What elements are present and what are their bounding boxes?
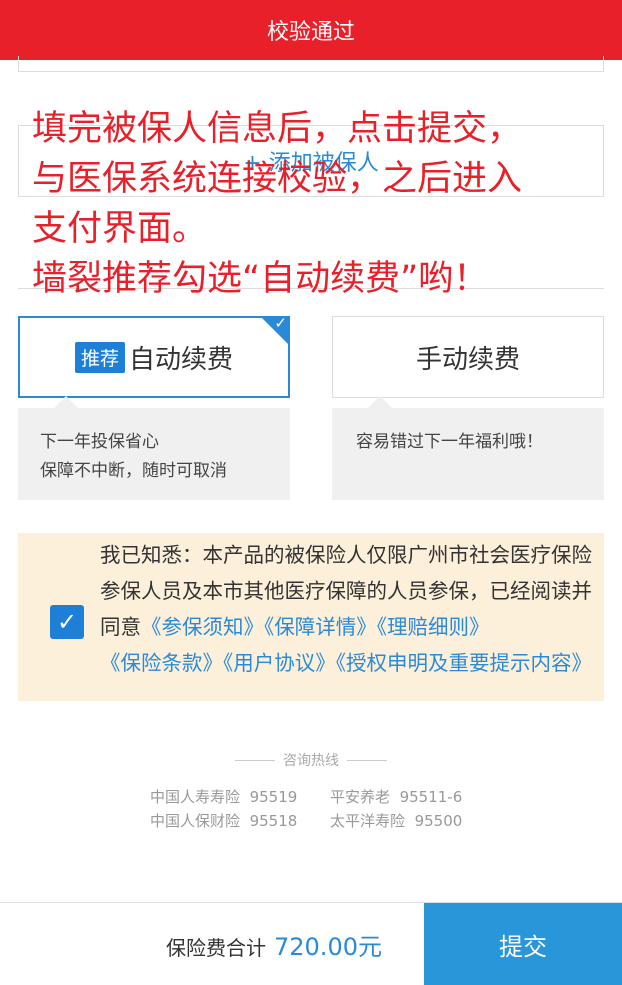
hotline-name: 太平洋寿险 xyxy=(330,812,406,830)
auto-renew-label: 自动续费 xyxy=(129,344,234,375)
submit-label: 提交 xyxy=(499,933,547,961)
agreement-box: ✓ 我已知悉：本产品的被保险人仅限广州市社会医疗保险参保人员及本市其他医疗保障的… xyxy=(18,533,604,701)
link-claim-rules[interactable]: 《理赔细则》 xyxy=(377,615,490,639)
tip-line: 下一年投保省心 xyxy=(40,432,159,452)
hotline-phone: 95518 xyxy=(249,812,298,830)
hotline-name: 平安养老 xyxy=(330,788,391,806)
check-icon: ✓ xyxy=(274,314,287,332)
submit-button[interactable]: 提交 xyxy=(424,903,622,985)
previous-form-card xyxy=(18,56,604,72)
hotline-entry[interactable]: 太平洋寿险 95500 xyxy=(330,810,462,831)
annotation-line: 墙裂推荐勾选“自动续费”哟！ xyxy=(32,259,489,299)
hotline-heading: 咨询热线 xyxy=(0,750,622,770)
manual-renew-option[interactable]: 手动续费 xyxy=(332,316,604,398)
auto-renew-tip: 下一年投保省心 保障不中断，随时可取消 xyxy=(18,396,290,500)
link-enrollment-notice[interactable]: 《参保须知》 xyxy=(141,615,264,639)
hotline-phone: 95500 xyxy=(414,812,463,830)
divider-line xyxy=(347,759,387,761)
auto-renew-option[interactable]: 推荐 自动续费 ✓ xyxy=(18,314,290,398)
divider-line xyxy=(235,759,275,761)
hotline-title: 咨询热线 xyxy=(283,753,339,769)
recommend-badge: 推荐 xyxy=(74,341,125,373)
status-banner: 校验通过 xyxy=(0,0,622,60)
annotation-line: 填完被保人信息后，点击提交， xyxy=(32,109,523,149)
agreement-checkbox[interactable]: ✓ xyxy=(50,605,84,639)
link-user-agreement[interactable]: 《用户协议》 xyxy=(223,651,336,675)
premium-total: 保险费合计 720.00元 xyxy=(166,927,382,962)
manual-renew-tip: 容易错过下一年福利哦！ xyxy=(332,396,604,500)
total-label: 保险费合计 xyxy=(166,936,266,960)
hotline-entry[interactable]: 中国人保财险 95518 xyxy=(150,810,297,831)
hotline-name: 中国人保财险 xyxy=(150,812,241,830)
hotline-phone: 95519 xyxy=(249,788,298,806)
link-policy-terms[interactable]: 《保险条款》 xyxy=(100,651,223,675)
hotline-name: 中国人寿寿险 xyxy=(150,788,241,806)
hotline-phone: 95511-6 xyxy=(399,788,463,806)
check-icon: ✓ xyxy=(56,608,78,636)
hotline-entry[interactable]: 平安养老 95511-6 xyxy=(330,786,462,807)
tip-line: 保障不中断，随时可取消 xyxy=(40,461,227,481)
manual-renew-label: 手动续费 xyxy=(415,344,520,375)
banner-text: 校验通过 xyxy=(266,20,355,45)
annotation-overlay: 填完被保人信息后，点击提交， 与医保系统连接校验，之后进入 支付界面。 墙裂推荐… xyxy=(32,104,612,304)
annotation-line: 与医保系统连接校验，之后进入 xyxy=(32,159,523,199)
tip-line: 容易错过下一年福利哦！ xyxy=(356,432,543,452)
hotline-entry[interactable]: 中国人寿寿险 95519 xyxy=(150,786,297,807)
link-authorization-statement[interactable]: 《授权申明及重要提示内容》 xyxy=(336,651,592,675)
link-coverage-details[interactable]: 《保障详情》 xyxy=(264,615,377,639)
annotation-line: 支付界面。 xyxy=(32,209,208,249)
total-amount: 720.00元 xyxy=(274,933,382,961)
bottom-bar: 保险费合计 720.00元 提交 xyxy=(0,902,622,985)
agreement-text: 我已知悉：本产品的被保险人仅限广州市社会医疗保险参保人员及本市其他医疗保障的人员… xyxy=(100,537,600,681)
